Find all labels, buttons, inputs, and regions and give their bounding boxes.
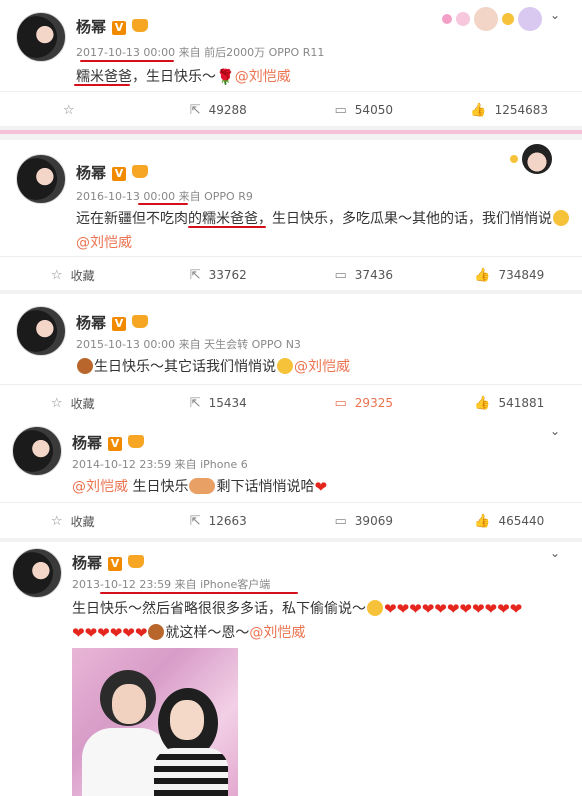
sticker-decoration [442, 6, 542, 32]
post-meta: 2015-10-13 00:00 来自 天生会转 OPPO N3 [76, 338, 301, 351]
mention-link[interactable]: @刘恺威 [76, 235, 132, 251]
avatar[interactable] [16, 154, 66, 204]
shy-emoji-icon [367, 600, 383, 616]
sticker-decoration [510, 144, 552, 174]
star-icon: ☆ [62, 102, 75, 118]
repost-button[interactable]: ⇱ 33762 [146, 257, 292, 293]
repost-icon: ⇱ [189, 395, 201, 411]
username[interactable]: 杨幂 V [76, 312, 149, 333]
avatar[interactable] [16, 12, 66, 62]
post-meta: 2014-10-12 23:59 来自 iPhone 6 [72, 458, 248, 471]
comment-icon: ▭ [334, 102, 347, 118]
fav-button[interactable]: ☆ [0, 92, 146, 128]
star-icon: ☆ [50, 513, 63, 529]
avatar[interactable] [16, 306, 66, 356]
fav-button[interactable]: ☆ 收藏 [0, 257, 146, 293]
post-2016: 杨幂 V 2016-10-13 00:00 来自 OPPO R9 远在新疆但不吃肉… [0, 140, 582, 290]
mention-link[interactable]: @刘恺威 [235, 69, 291, 85]
photo-figure [170, 700, 204, 740]
verified-badge-icon: V [112, 167, 127, 181]
cake-emoji-icon [77, 358, 93, 374]
vip-crown-icon [128, 555, 145, 568]
vip-crown-icon [128, 435, 145, 448]
photo-figure [154, 748, 228, 796]
thumbs-up-icon: 👍 [474, 267, 491, 283]
heart-icon: ❤ [314, 478, 328, 496]
post-2014: 杨幂 V ⌄ 2014-10-12 23:59 来自 iPhone 6 @刘恺威 … [0, 416, 582, 538]
heart-icon: ❤❤❤❤❤❤ [72, 624, 148, 642]
post-text: 糯米爸爸，生日快乐～🌹@刘恺威 [76, 68, 291, 86]
comment-icon: ▭ [334, 513, 347, 529]
comment-icon: ▭ [334, 267, 347, 283]
username[interactable]: 杨幂 V [72, 432, 145, 453]
post-photo[interactable] [72, 648, 238, 796]
like-button[interactable]: 👍 465440 [437, 503, 582, 539]
repost-icon: ⇱ [189, 102, 201, 118]
repost-button[interactable]: ⇱ 12663 [146, 503, 292, 539]
rose-emoji-icon: 🌹 [216, 68, 235, 86]
comment-icon: ▭ [334, 395, 347, 411]
verified-badge-icon: V [108, 557, 123, 571]
underline-mark [74, 84, 130, 86]
action-bar: ☆ 收藏 ⇱ 12663 ▭ 39069 👍 465440 [0, 502, 582, 539]
pink-divider [0, 126, 582, 140]
underline-mark [80, 60, 174, 62]
thumbs-up-icon: 👍 [470, 102, 487, 118]
post-meta: 2017-10-13 00:00 来自 前后2000万 OPPO R11 [76, 46, 325, 59]
repost-icon: ⇱ [189, 267, 201, 283]
post-text: 远在新疆但不吃肉的糯米爸爸，生日快乐，多吃瓜果～其他的话，我们悄悄说 [76, 208, 570, 228]
cake-emoji-icon [148, 624, 165, 640]
mention-line: @刘恺威 [76, 232, 132, 252]
underline-mark [188, 226, 266, 228]
vip-crown-icon [132, 315, 149, 328]
thumbs-up-icon: 👍 [474, 395, 491, 411]
post-meta: 2013-10-12 23:59 来自 iPhone客户端 [72, 578, 271, 591]
repost-icon: ⇱ [189, 513, 201, 529]
username[interactable]: 杨幂 V [76, 162, 149, 183]
post-2013: 杨幂 V ⌄ 2013-10-12 23:59 来自 iPhone客户端 生日快乐… [0, 542, 582, 796]
heart-icon: ❤❤❤❤❤❤❤❤❤❤❤ [384, 600, 523, 618]
couple-emoji-icon [189, 478, 216, 494]
star-icon: ☆ [50, 395, 63, 411]
verified-badge-icon: V [112, 21, 127, 35]
avatar[interactable] [12, 548, 62, 598]
underline-mark [100, 592, 298, 594]
verified-badge-icon: V [108, 437, 123, 451]
post-text-line2: ❤❤❤❤❤❤ 就这样～恩～@刘恺威 [72, 624, 306, 642]
post-text: @刘恺威 生日快乐 剩下话悄悄说哈❤ [72, 478, 328, 496]
username[interactable]: 杨幂 V [76, 16, 149, 37]
vip-crown-icon [132, 165, 149, 178]
repost-button[interactable]: ⇱ 49288 [146, 92, 292, 128]
star-icon: ☆ [50, 267, 63, 283]
thumbs-up-icon: 👍 [474, 513, 491, 529]
shy-emoji-icon [277, 358, 293, 374]
post-2017: 杨幂 V ⌄ 2017-10-13 00:00 来自 前后2000万 OPPO R… [0, 0, 582, 126]
comment-button[interactable]: ▭ 39069 [291, 503, 437, 539]
mention-link[interactable]: @刘恺威 [294, 359, 350, 375]
post-meta: 2016-10-13 00:00 来自 OPPO R9 [76, 190, 253, 203]
verified-badge-icon: V [112, 317, 127, 331]
chevron-down-icon[interactable]: ⌄ [550, 546, 560, 560]
shy-emoji-icon [553, 210, 569, 226]
like-button[interactable]: 👍 1254683 [437, 92, 582, 128]
photo-figure [112, 684, 146, 724]
vip-crown-icon [132, 19, 149, 32]
comment-button[interactable]: ▭ 37436 [291, 257, 437, 293]
comment-button[interactable]: ▭ 54050 [291, 92, 437, 128]
action-bar: ☆ ⇱ 49288 ▭ 54050 👍 1254683 [0, 91, 582, 128]
post-text-line1: 生日快乐～然后省略很很多多话，私下偷偷说～ ❤❤❤❤❤❤❤❤❤❤❤ [72, 600, 523, 618]
avatar[interactable] [12, 426, 62, 476]
chevron-down-icon[interactable]: ⌄ [550, 8, 560, 22]
like-button[interactable]: 👍 734849 [437, 257, 582, 293]
post-text: 生日快乐～其它话我们悄悄说 @刘恺威 [76, 356, 350, 376]
mention-link[interactable]: @刘恺威 [72, 479, 128, 495]
mention-link[interactable]: @刘恺威 [249, 625, 305, 641]
fav-button[interactable]: ☆ 收藏 [0, 503, 146, 539]
username[interactable]: 杨幂 V [72, 552, 145, 573]
post-2015: 杨幂 V 2015-10-13 00:00 来自 天生会转 OPPO N3 生日快… [0, 294, 582, 416]
underline-mark [138, 203, 188, 205]
chevron-down-icon[interactable]: ⌄ [550, 424, 560, 438]
action-bar: ☆ 收藏 ⇱ 33762 ▭ 37436 👍 734849 [0, 256, 582, 293]
